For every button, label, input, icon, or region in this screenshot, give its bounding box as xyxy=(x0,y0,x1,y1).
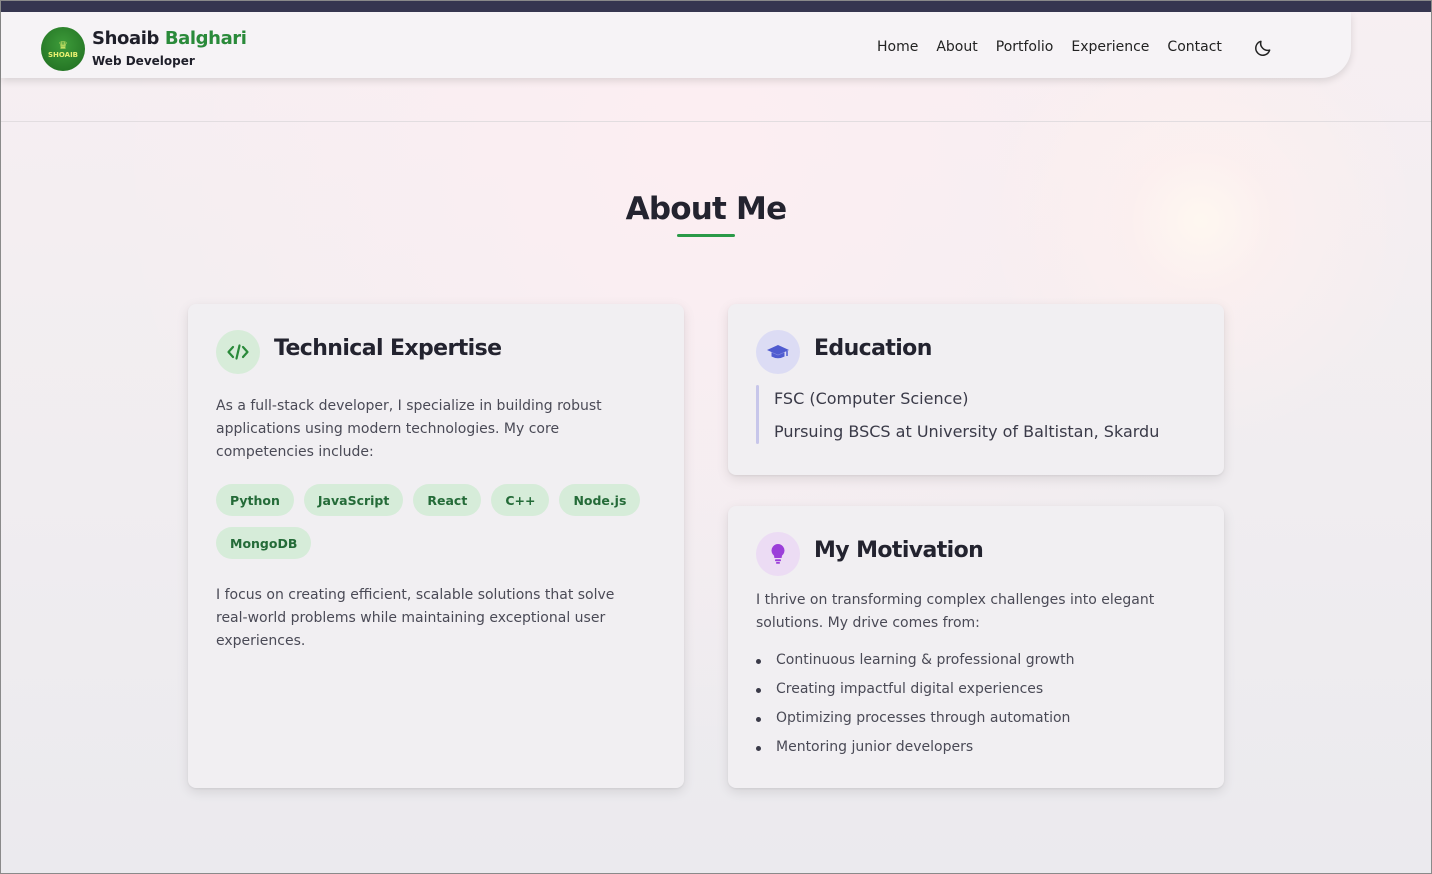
section-divider xyxy=(1,121,1431,122)
motivation-point: Creating impactful digital experiences xyxy=(754,675,1074,704)
education-item: Pursuing BSCS at University of Baltistan… xyxy=(774,422,1160,441)
education-item: FSC (Computer Science) xyxy=(774,389,969,408)
brand-last-name: Balghari xyxy=(164,28,247,49)
nav-link-experience[interactable]: Experience xyxy=(1071,39,1149,55)
code-icon xyxy=(216,330,260,374)
brand-logo[interactable]: ♛ SHOAIB xyxy=(41,27,85,71)
lightbulb-icon xyxy=(756,532,800,576)
skill-tag-nodejs[interactable]: Node.js xyxy=(559,484,641,516)
education-card: Education FSC (Computer Science) Pursuin… xyxy=(728,304,1224,475)
education-title: Education xyxy=(814,336,932,361)
brand-first-name: Shoaib xyxy=(92,28,159,49)
nav-link-about[interactable]: About xyxy=(936,39,977,55)
motivation-list: Continuous learning & professional growt… xyxy=(754,646,1074,762)
skill-tags: Python JavaScript React C++ Node.js Mong… xyxy=(216,484,656,559)
nav-link-portfolio[interactable]: Portfolio xyxy=(996,39,1054,55)
moon-icon[interactable] xyxy=(1253,38,1273,58)
technical-expertise-title: Technical Expertise xyxy=(274,336,502,361)
section-title: About Me xyxy=(625,191,787,227)
skill-tag-python[interactable]: Python xyxy=(216,484,294,516)
skill-tag-mongodb[interactable]: MongoDB xyxy=(216,527,312,559)
skill-tag-cpp[interactable]: C++ xyxy=(491,484,550,516)
motivation-card: My Motivation I thrive on transforming c… xyxy=(728,506,1224,788)
motivation-point: Mentoring junior developers xyxy=(754,733,1074,762)
main-nav: Home About Portfolio Experience Contact xyxy=(877,39,1240,55)
education-accent-bar xyxy=(756,385,759,444)
skill-tag-javascript[interactable]: JavaScript xyxy=(303,484,404,516)
graduation-cap-icon xyxy=(756,330,800,374)
logo-text: SHOAIB xyxy=(47,50,79,59)
nav-link-contact[interactable]: Contact xyxy=(1167,39,1221,55)
brand-name[interactable]: Shoaib Balghari xyxy=(92,28,247,49)
motivation-point: Optimizing processes through automation xyxy=(754,704,1074,733)
title-underline xyxy=(677,234,735,237)
brand-role: Web Developer xyxy=(92,54,195,68)
technical-intro: As a full-stack developer, I specialize … xyxy=(216,398,602,460)
site-header: ♛ SHOAIB Shoaib Balghari Web Developer H… xyxy=(1,12,1351,78)
motivation-point: Continuous learning & professional growt… xyxy=(754,646,1074,675)
logo-mark-icon: ♛ xyxy=(58,38,68,52)
nav-link-home[interactable]: Home xyxy=(877,39,918,55)
technical-outro: I focus on creating efficient, scalable … xyxy=(216,587,615,649)
motivation-title: My Motivation xyxy=(814,538,984,563)
motivation-intro: I thrive on transforming complex challen… xyxy=(756,592,1155,631)
technical-expertise-card: Technical Expertise As a full-stack deve… xyxy=(188,304,684,788)
skill-tag-react[interactable]: React xyxy=(413,484,482,516)
window-top-strip xyxy=(1,1,1431,12)
